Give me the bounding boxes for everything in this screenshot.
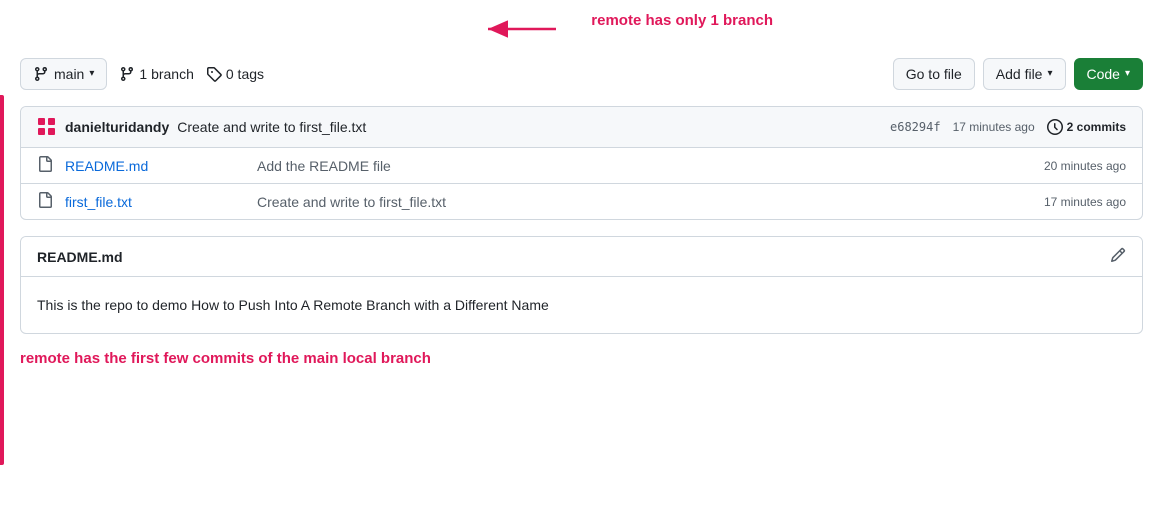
file-commit-msg-readme: Add the README file xyxy=(257,158,1032,174)
clock-icon xyxy=(1047,119,1063,135)
table-row: README.md Add the README file 20 minutes… xyxy=(21,148,1142,184)
left-accent-bar xyxy=(0,95,4,465)
commit-author[interactable]: danielturidandy xyxy=(65,119,169,135)
tags-info[interactable]: 0 tags xyxy=(206,66,264,82)
branches-info[interactable]: 1 branch xyxy=(119,66,193,82)
table-row: first_file.txt Create and write to first… xyxy=(21,184,1142,219)
file-icon-readme xyxy=(37,156,53,175)
annotation-bottom-text: remote has the first few commits of the … xyxy=(20,350,431,367)
file-time-firstfile: 17 minutes ago xyxy=(1044,195,1126,209)
file-icon-firstfile xyxy=(37,192,53,211)
repo-box: danielturidandy Create and write to firs… xyxy=(20,106,1143,220)
commit-header-right: e68294f 17 minutes ago 2 commits xyxy=(890,119,1126,135)
tags-count-label: 0 tags xyxy=(226,66,264,82)
go-to-file-button[interactable]: Go to file xyxy=(893,58,975,90)
annotation-bottom: remote has the first few commits of the … xyxy=(20,350,1143,367)
annotation-top: remote has only 1 branch xyxy=(20,10,1143,50)
add-file-button[interactable]: Add file ▾ xyxy=(983,58,1066,90)
toolbar: main ▾ 1 branch 0 tags Go to file xyxy=(20,58,1143,90)
commit-header-left: danielturidandy Create and write to firs… xyxy=(37,117,366,137)
commit-time: 17 minutes ago xyxy=(953,120,1035,134)
readme-header: README.md xyxy=(21,237,1142,277)
file-list: README.md Add the README file 20 minutes… xyxy=(21,148,1142,219)
add-file-chevron: ▾ xyxy=(1047,64,1052,84)
code-chevron: ▾ xyxy=(1125,64,1130,84)
commits-count: 2 commits xyxy=(1067,120,1126,134)
commits-link[interactable]: 2 commits xyxy=(1047,119,1126,135)
grid-icon xyxy=(37,117,57,137)
file-name-readme[interactable]: README.md xyxy=(65,158,245,174)
branch-chevron: ▾ xyxy=(89,64,94,84)
file-commit-msg-firstfile: Create and write to first_file.txt xyxy=(257,194,1032,210)
commit-message: Create and write to first_file.txt xyxy=(177,119,366,135)
file-name-firstfile[interactable]: first_file.txt xyxy=(65,194,245,210)
annotation-top-text: remote has only 1 branch xyxy=(591,12,773,29)
avatar-icon xyxy=(37,117,57,137)
readme-text: This is the repo to demo How to Push Int… xyxy=(37,297,1126,313)
branch-icon xyxy=(33,66,49,82)
edit-icon[interactable] xyxy=(1110,247,1126,266)
code-button[interactable]: Code ▾ xyxy=(1074,58,1144,90)
commit-header: danielturidandy Create and write to firs… xyxy=(21,107,1142,148)
document-icon-2 xyxy=(37,192,53,208)
file-time-readme: 20 minutes ago xyxy=(1044,159,1126,173)
tag-icon xyxy=(206,66,222,82)
readme-box: README.md This is the repo to demo How t… xyxy=(20,236,1143,334)
branches-count-label: 1 branch xyxy=(139,66,193,82)
branch-label: main xyxy=(54,64,84,84)
annotation-arrow xyxy=(478,14,558,44)
branches-count-icon xyxy=(119,66,135,82)
toolbar-right: Go to file Add file ▾ Code ▾ xyxy=(893,58,1143,90)
readme-content: This is the repo to demo How to Push Int… xyxy=(21,277,1142,333)
document-icon xyxy=(37,156,53,172)
commit-hash[interactable]: e68294f xyxy=(890,120,941,134)
toolbar-left: main ▾ 1 branch 0 tags xyxy=(20,58,264,90)
branch-selector-button[interactable]: main ▾ xyxy=(20,58,107,90)
readme-title: README.md xyxy=(37,249,123,265)
